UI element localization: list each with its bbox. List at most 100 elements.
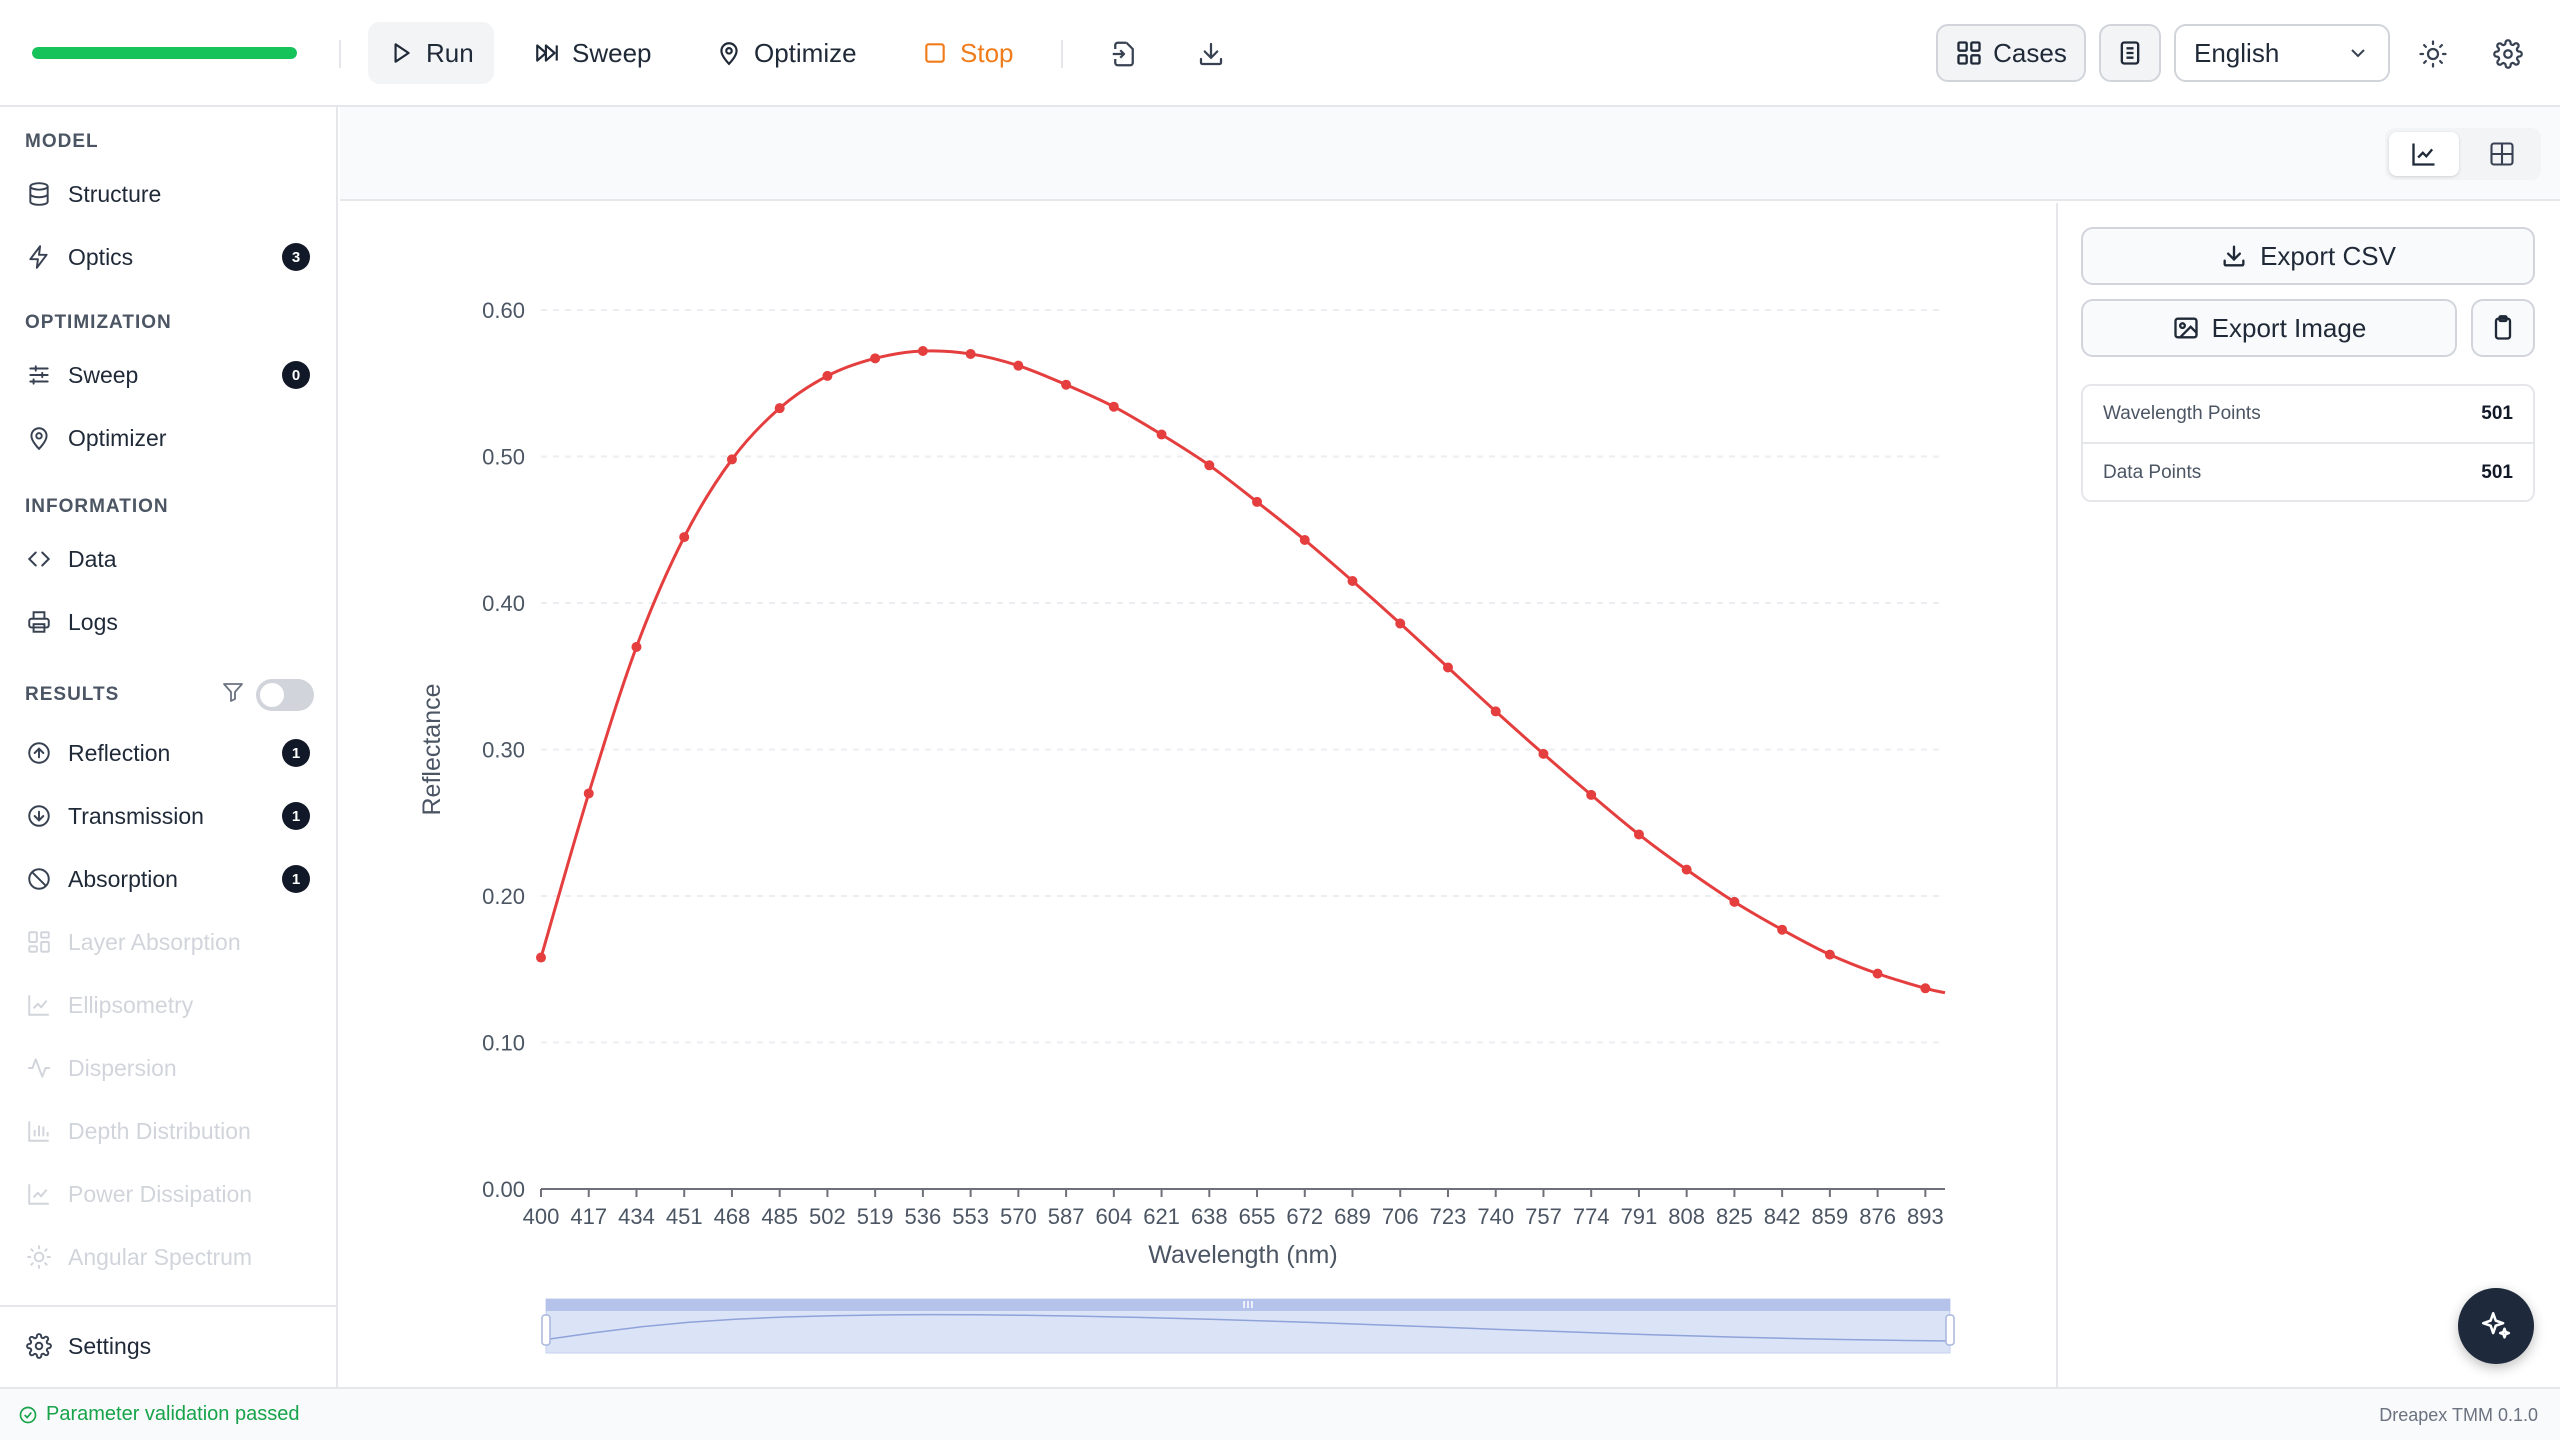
data-point: [1299, 535, 1310, 546]
sidebar-item-label: Data: [68, 545, 117, 572]
data-point: [536, 952, 546, 963]
ban-icon: [28, 868, 50, 890]
x-tick-label: 706: [1382, 1204, 1419, 1229]
sidebar-item-data[interactable]: Data: [16, 534, 316, 584]
optimize-button[interactable]: Optimize: [696, 22, 877, 84]
stat-row: Wavelength Points 501: [2083, 386, 2533, 444]
x-tick-label: 468: [714, 1204, 751, 1229]
import-button[interactable]: [1104, 34, 1144, 74]
sidebar-item-layer-absorption[interactable]: Layer Absorption: [16, 917, 316, 967]
y-tick-label: 0.30: [482, 738, 525, 763]
filter-icon[interactable]: [221, 680, 245, 704]
sidebar-item-reflection[interactable]: Reflection 1: [16, 728, 316, 778]
sidebar-item-label: Absorption: [68, 865, 178, 892]
data-point: [1061, 379, 1072, 390]
grid-icon: [1957, 41, 1981, 65]
data-point: [1633, 829, 1644, 840]
sidebar-item-logs[interactable]: Logs: [16, 597, 316, 647]
sidebar-item-label: Depth Distribution: [68, 1117, 251, 1144]
theme-toggle-button[interactable]: [2413, 34, 2453, 74]
ai-assistant-button[interactable]: [2458, 1288, 2534, 1364]
sidebar-item-sweep[interactable]: Sweep 0: [16, 350, 316, 400]
x-tick-label: 570: [1000, 1204, 1037, 1229]
zoom-handle-right[interactable]: [1945, 1314, 1955, 1346]
results-side-panel: [2056, 203, 2560, 1387]
section-title-results: RESULTS: [25, 684, 120, 705]
chart-gridlines: [541, 309, 1945, 1044]
gear-icon: [26, 1333, 52, 1359]
cases-label: Cases: [1993, 37, 2067, 68]
run-button[interactable]: Run: [368, 22, 494, 84]
sidebar-item-label: Optics: [68, 243, 134, 270]
x-tick-label: 689: [1334, 1204, 1371, 1229]
download-icon: [1199, 42, 1223, 66]
reflectance-chart[interactable]: 0.00 0.10 0.20 0.30 0.40 0.50 0.60 400 417 434 45…: [340, 203, 2056, 1387]
toolbar-divider: [1061, 40, 1063, 68]
sidebar-item-ellipsometry[interactable]: Ellipsometry: [16, 980, 316, 1030]
sidebar-item-dispersion[interactable]: Dispersion: [16, 1043, 316, 1093]
validation-status: Parameter validation passed: [18, 1403, 299, 1426]
sidebar-item-label: Reflection: [68, 739, 171, 766]
data-point: [1490, 706, 1501, 717]
x-tick-label: 859: [1812, 1204, 1849, 1229]
data-point: [1777, 924, 1788, 935]
sweep-button[interactable]: Sweep: [514, 22, 672, 84]
chart-view-button[interactable]: [2389, 132, 2459, 176]
y-tick-label: 0.10: [482, 1031, 525, 1056]
settings-button[interactable]: [2488, 34, 2528, 74]
data-point: [1013, 360, 1024, 371]
sidebar-item-label: Dispersion: [68, 1054, 177, 1081]
data-point: [774, 403, 785, 414]
y-tick-label: 0.60: [482, 298, 525, 323]
stop-button[interactable]: Stop: [902, 22, 1034, 84]
sidebar-item-optics[interactable]: Optics 3: [16, 232, 316, 282]
sidebar-item-structure[interactable]: Structure: [16, 169, 316, 219]
download-button[interactable]: [1191, 34, 1231, 74]
data-point: [726, 454, 737, 465]
export-csv-button[interactable]: Export CSV: [2081, 227, 2535, 285]
sidebar-item-power-dissipation[interactable]: Power Dissipation: [16, 1169, 316, 1219]
x-tick-label: 400: [523, 1204, 560, 1229]
data-point: [1872, 968, 1883, 979]
toolbar-divider: [339, 40, 341, 68]
data-point: [679, 532, 690, 543]
stat-label: Wavelength Points: [2103, 403, 2261, 424]
notes-button[interactable]: [2099, 24, 2161, 82]
section-title-information: INFORMATION: [25, 496, 169, 517]
y-tick-label: 0.00: [482, 1177, 525, 1202]
map-pin-icon: [30, 427, 48, 451]
copy-image-button[interactable]: [2471, 299, 2535, 357]
export-image-label: Export Image: [2211, 312, 2367, 343]
count-badge: 3: [282, 243, 310, 271]
data-point: [1252, 496, 1263, 507]
data-point: [870, 353, 881, 364]
sidebar-item-optimizer[interactable]: Optimizer: [16, 413, 316, 463]
data-point: [965, 348, 976, 359]
x-tick-label: 638: [1191, 1204, 1228, 1229]
progress-fill: [32, 47, 297, 59]
zoom-handle-left[interactable]: [541, 1314, 551, 1346]
sidebar-item-transmission[interactable]: Transmission 1: [16, 791, 316, 841]
sidebar-item-depth-distribution[interactable]: Depth Distribution: [16, 1106, 316, 1156]
skip-forward-icon: [536, 44, 558, 62]
sidebar-item-label: Ellipsometry: [68, 991, 194, 1018]
data-zoom-slider[interactable]: [541, 1298, 1955, 1354]
sidebar-item-absorption[interactable]: Absorption 1: [16, 854, 316, 904]
x-tick-label: 740: [1477, 1204, 1514, 1229]
cases-button[interactable]: Cases: [1936, 24, 2086, 82]
sidebar-item-settings[interactable]: Settings: [16, 1321, 316, 1371]
x-tick-label: 893: [1907, 1204, 1944, 1229]
x-tick-label: 417: [570, 1204, 607, 1229]
stats-table: Wavelength Points 501 Data Points 501: [2081, 384, 2535, 502]
data-point: [1395, 618, 1406, 629]
sidebar-item-angular-spectrum[interactable]: Angular Spectrum: [16, 1232, 316, 1282]
check-circle-icon: [19, 1406, 37, 1423]
x-tick-label: 604: [1095, 1204, 1132, 1229]
line-chart-icon: [28, 1184, 49, 1205]
results-filter-toggle[interactable]: [256, 679, 314, 711]
language-select[interactable]: English: [2174, 24, 2390, 82]
export-image-button[interactable]: Export Image: [2081, 299, 2457, 357]
map-pin-icon: [720, 42, 738, 66]
grid-view-button[interactable]: [2467, 132, 2537, 176]
status-bar: Parameter validation passed Dreapex TMM …: [0, 1387, 2560, 1440]
